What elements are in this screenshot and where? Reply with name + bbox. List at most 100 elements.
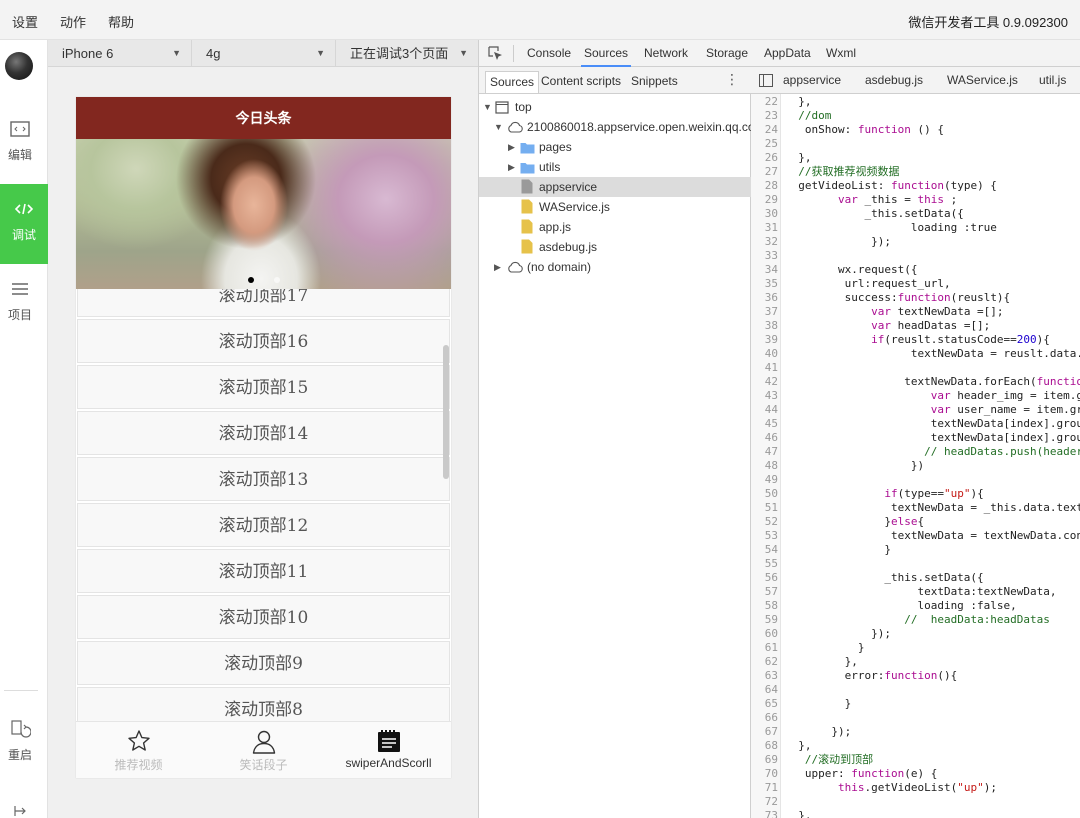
caret-down-icon[interactable]: ▼ xyxy=(483,97,492,117)
tab-network[interactable]: Network xyxy=(644,40,688,67)
code-line[interactable]: 51 textNewData = _this.data.textData xyxy=(751,501,1080,515)
menu-settings[interactable]: 设置 xyxy=(12,12,38,31)
code-line[interactable]: 68 }, xyxy=(751,739,1080,753)
inspect-element-icon[interactable] xyxy=(488,46,503,61)
sidebar-item-project[interactable]: 项目 xyxy=(0,264,40,344)
code-line[interactable]: 59 // headData:headDatas xyxy=(751,613,1080,627)
file-tab-util[interactable]: util.js xyxy=(1039,67,1066,94)
more-options-icon[interactable]: ⋮ xyxy=(725,71,739,88)
line-number[interactable]: 63 xyxy=(751,669,778,683)
caret-right-icon[interactable]: ▶ xyxy=(508,157,515,177)
code-line[interactable]: 61 } xyxy=(751,641,1080,655)
tree-item-asdebug[interactable]: asdebug.js xyxy=(479,237,751,257)
line-number[interactable]: 49 xyxy=(751,473,778,487)
code-line[interactable]: 50 if(type=="up"){ xyxy=(751,487,1080,501)
file-tab-asdebug[interactable]: asdebug.js xyxy=(865,67,923,94)
code-line[interactable]: 44 var user_name = item.group.us xyxy=(751,403,1080,417)
line-number[interactable]: 56 xyxy=(751,571,778,585)
tree-item-pages[interactable]: ▶ pages xyxy=(479,137,751,157)
line-number[interactable]: 44 xyxy=(751,403,778,417)
device-select[interactable]: iPhone 6 ▼ xyxy=(48,40,192,67)
subtab-sources[interactable]: Sources xyxy=(485,71,540,93)
code-line[interactable]: 26 }, xyxy=(751,151,1080,165)
code-line[interactable]: 69 //滚动到顶部 xyxy=(751,753,1080,767)
line-number[interactable]: 24 xyxy=(751,123,778,137)
line-number[interactable]: 58 xyxy=(751,599,778,613)
line-number[interactable]: 45 xyxy=(751,417,778,431)
tab-sources[interactable]: Sources xyxy=(581,40,632,67)
code-line[interactable]: 34 wx.request({ xyxy=(751,263,1080,277)
code-line[interactable]: 71 this.getVideoList("up"); xyxy=(751,781,1080,795)
network-select[interactable]: 4g ▼ xyxy=(192,40,336,67)
code-line[interactable]: 43 var header_img = item.group.u xyxy=(751,389,1080,403)
tab-jokes[interactable]: 笑话段子 xyxy=(201,722,326,778)
caret-down-icon[interactable]: ▼ xyxy=(494,117,503,137)
line-number[interactable]: 36 xyxy=(751,291,778,305)
line-number[interactable]: 64 xyxy=(751,683,778,697)
line-number[interactable]: 31 xyxy=(751,221,778,235)
tree-item-appjs[interactable]: app.js xyxy=(479,217,751,237)
code-line[interactable]: 28 getVideoList: function(type) { xyxy=(751,179,1080,193)
list-item[interactable]: 滚动顶部11 xyxy=(77,549,450,593)
tree-item-domain[interactable]: ▼ 2100860018.appservice.open.weixin.qq.c… xyxy=(479,117,765,137)
code-line[interactable]: 70 upper: function(e) { xyxy=(751,767,1080,781)
line-number[interactable]: 72 xyxy=(751,795,778,809)
code-line[interactable]: 64 xyxy=(751,683,1080,697)
code-line[interactable]: 22 }, xyxy=(751,95,1080,109)
line-number[interactable]: 41 xyxy=(751,361,778,375)
line-number[interactable]: 39 xyxy=(751,333,778,347)
code-line[interactable]: 32 }); xyxy=(751,235,1080,249)
swiper-banner[interactable] xyxy=(76,139,451,289)
list-item[interactable]: 滚动顶部16 xyxy=(77,319,450,363)
code-line[interactable]: 67 }); xyxy=(751,725,1080,739)
code-line[interactable]: 53 textNewData = textNewData.concat( xyxy=(751,529,1080,543)
line-number[interactable]: 28 xyxy=(751,179,778,193)
sidebar-item-edit[interactable]: 编辑 xyxy=(0,104,40,184)
code-line[interactable]: 29 var _this = this ; xyxy=(751,193,1080,207)
line-number[interactable]: 46 xyxy=(751,431,778,445)
code-line[interactable]: 73 }, xyxy=(751,809,1080,818)
line-number[interactable]: 22 xyxy=(751,95,778,109)
list-item[interactable]: 滚动顶部15 xyxy=(77,365,450,409)
code-line[interactable]: 58 loading :false, xyxy=(751,599,1080,613)
sidebar-item-restart[interactable]: 重启 xyxy=(0,704,40,784)
tab-wxml[interactable]: Wxml xyxy=(826,40,856,67)
line-number[interactable]: 60 xyxy=(751,627,778,641)
code-line[interactable]: 57 textData:textNewData, xyxy=(751,585,1080,599)
line-number[interactable]: 51 xyxy=(751,501,778,515)
menu-actions[interactable]: 动作 xyxy=(60,12,86,31)
subtab-snippets[interactable]: Snippets xyxy=(627,71,682,93)
code-line[interactable]: 60 }); xyxy=(751,627,1080,641)
line-number[interactable]: 62 xyxy=(751,655,778,669)
list-item[interactable]: 滚动顶部9 xyxy=(77,641,450,685)
code-line[interactable]: 27 //获取推荐视频数据 xyxy=(751,165,1080,179)
code-line[interactable]: 56 _this.setData({ xyxy=(751,571,1080,585)
toggle-navigator-icon[interactable] xyxy=(759,74,773,87)
code-line[interactable]: 39 if(reuslt.statusCode==200){ xyxy=(751,333,1080,347)
code-line[interactable]: 41 xyxy=(751,361,1080,375)
line-number[interactable]: 47 xyxy=(751,445,778,459)
list-item[interactable]: 滚动顶部17 xyxy=(77,289,450,317)
line-number[interactable]: 29 xyxy=(751,193,778,207)
line-number[interactable]: 65 xyxy=(751,697,778,711)
line-number[interactable]: 70 xyxy=(751,767,778,781)
tab-recommend-video[interactable]: 推荐视频 xyxy=(76,722,201,778)
line-number[interactable]: 53 xyxy=(751,529,778,543)
line-number[interactable]: 52 xyxy=(751,515,778,529)
menu-help[interactable]: 帮助 xyxy=(108,12,134,31)
caret-right-icon[interactable]: ▶ xyxy=(508,137,515,157)
code-line[interactable]: 66 xyxy=(751,711,1080,725)
code-line[interactable]: 49 xyxy=(751,473,1080,487)
code-line[interactable]: 52 }else{ xyxy=(751,515,1080,529)
tab-storage[interactable]: Storage xyxy=(706,40,748,67)
line-number[interactable]: 57 xyxy=(751,585,778,599)
line-number[interactable]: 33 xyxy=(751,249,778,263)
list-scrollbar[interactable] xyxy=(443,345,449,479)
tree-item-waservice[interactable]: WAService.js xyxy=(479,197,751,217)
code-line[interactable]: 42 textNewData.forEach(function(item xyxy=(751,375,1080,389)
tree-item-no-domain[interactable]: ▶ (no domain) xyxy=(479,257,751,277)
list-item[interactable]: 滚动顶部12 xyxy=(77,503,450,547)
code-line[interactable]: 63 error:function(){ xyxy=(751,669,1080,683)
line-number[interactable]: 66 xyxy=(751,711,778,725)
list-item[interactable]: 滚动顶部10 xyxy=(77,595,450,639)
